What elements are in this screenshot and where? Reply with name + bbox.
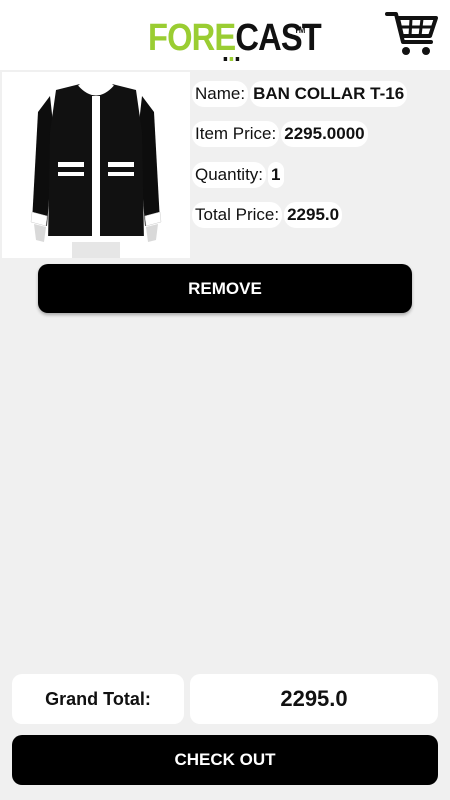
quantity-label: Quantity: xyxy=(192,162,267,188)
grand-total-value: 2295.0 xyxy=(190,674,438,724)
logo-trademark: TM xyxy=(294,25,306,35)
logo-fore-text: FORE xyxy=(148,17,236,59)
item-price-label: Item Price: xyxy=(192,121,280,147)
quantity-value: 1 xyxy=(268,162,284,188)
app-header: FORECAST TM xyxy=(0,0,450,70)
item-name-row: Name: BAN COLLAR T-16 xyxy=(192,81,408,107)
forecast-logo: FORECAST TM xyxy=(148,16,322,61)
total-price-row: Total Price: 2295.0 xyxy=(192,202,343,228)
cart-button[interactable] xyxy=(384,8,440,60)
remove-button[interactable]: REMOVE xyxy=(38,264,412,313)
item-price-row: Item Price: 2295.0000 xyxy=(192,121,368,147)
logo-dots xyxy=(223,57,240,61)
jacket-image xyxy=(30,82,162,258)
total-price-value: 2295.0 xyxy=(284,202,343,228)
grand-total-label: Grand Total: xyxy=(12,674,184,724)
logo-cast-text: CAST xyxy=(235,17,321,59)
quantity-row: Quantity: 1 xyxy=(192,162,284,188)
shopping-cart-icon xyxy=(385,12,438,55)
total-price-label: Total Price: xyxy=(192,202,283,228)
name-label: Name: xyxy=(192,81,249,107)
product-image[interactable] xyxy=(2,72,190,258)
item-price-value: 2295.0000 xyxy=(281,121,368,147)
name-value: BAN COLLAR T-16 xyxy=(250,81,408,107)
checkout-button[interactable]: CHECK OUT xyxy=(12,735,438,785)
